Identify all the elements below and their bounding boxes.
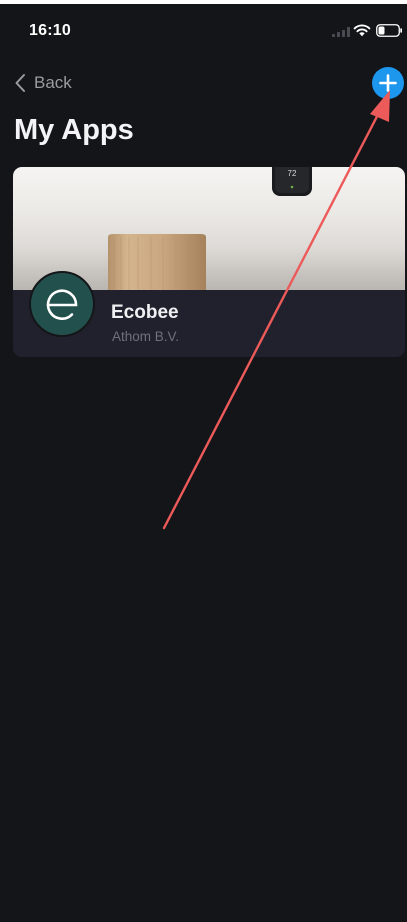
status-bar: 16:10	[0, 4, 407, 52]
app-author: Athom B.V.	[112, 329, 180, 344]
status-time: 16:10	[29, 22, 71, 39]
ecobee-letter-e-icon	[46, 289, 78, 320]
plus-icon	[379, 74, 397, 92]
wifi-icon	[353, 24, 371, 37]
chevron-left-icon	[15, 74, 25, 92]
screen: 16:10 Back My Apps 72 Ecobee Athom B.V.	[0, 0, 407, 922]
app-card-ecobee[interactable]: 72 Ecobee Athom B.V.	[13, 167, 405, 357]
ecobee-logo	[29, 271, 95, 337]
back-label: Back	[34, 73, 72, 92]
battery-icon	[376, 24, 402, 37]
back-button[interactable]: Back	[14, 70, 72, 96]
cellular-signal-icon	[332, 27, 350, 37]
app-name: Ecobee	[111, 302, 179, 323]
page-title: My Apps	[14, 114, 134, 146]
add-app-button[interactable]	[372, 67, 404, 99]
thermostat-reading: 72	[288, 169, 297, 178]
